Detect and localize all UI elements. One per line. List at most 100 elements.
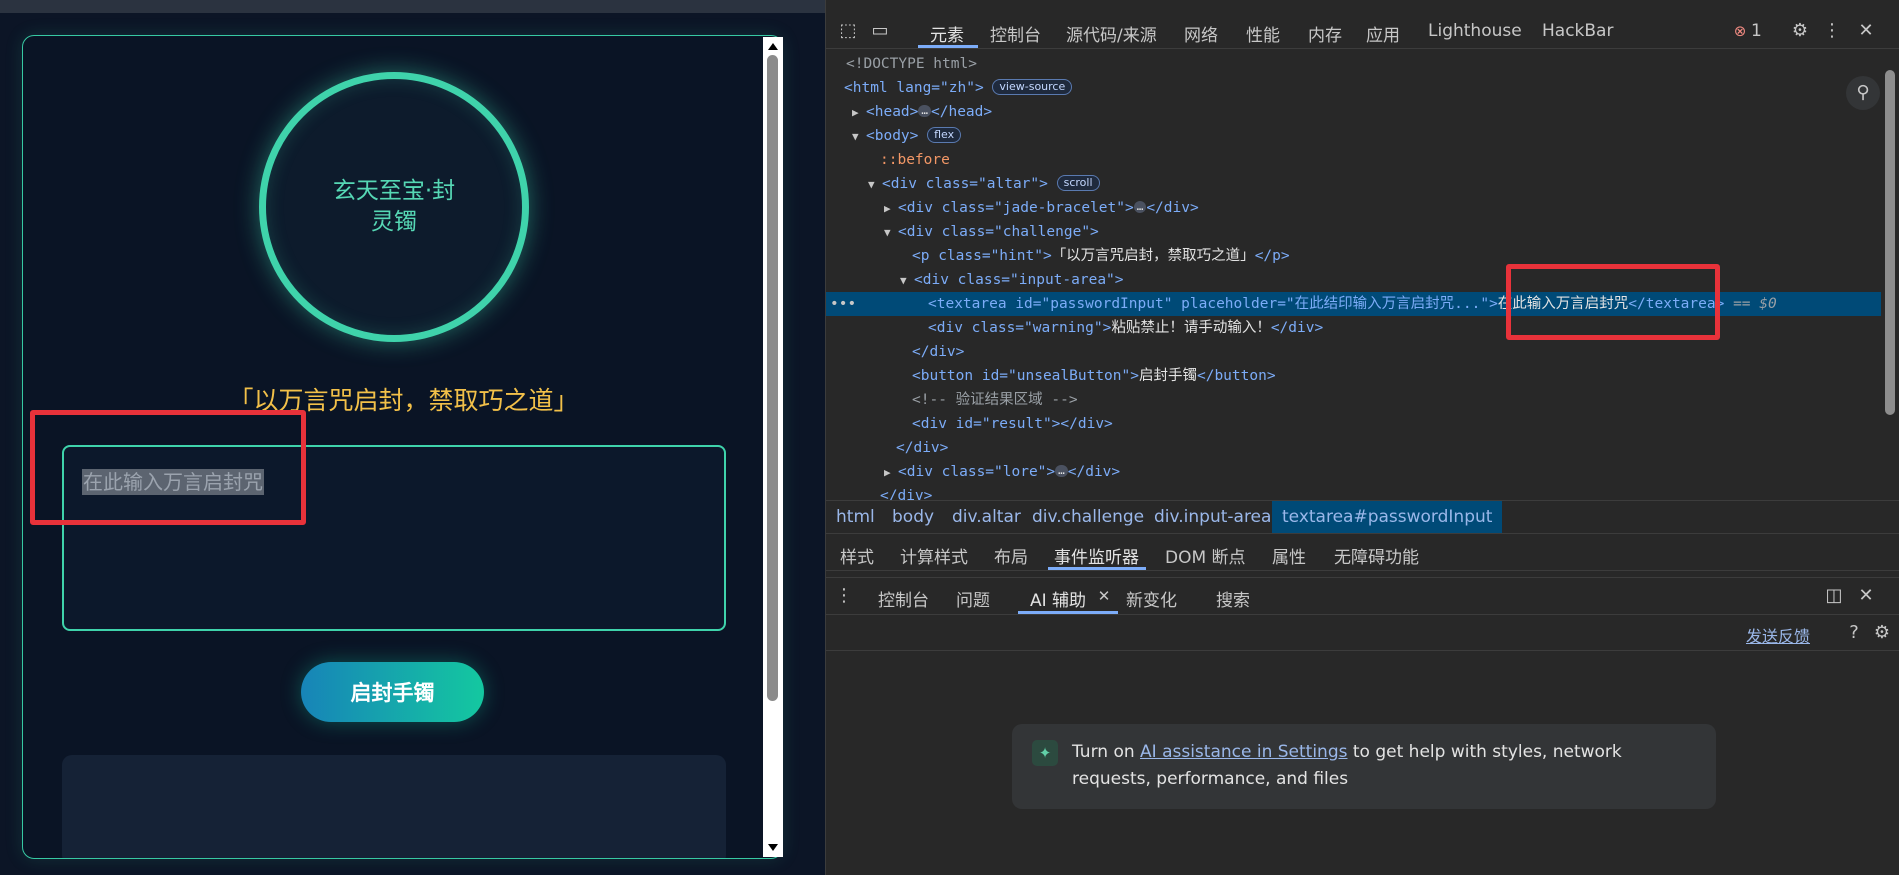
dom-node-input-area-close[interactable]: </div> xyxy=(826,340,1881,364)
tab-properties[interactable]: 属性 xyxy=(1272,543,1306,568)
p-text: 「以万言咒启封，禁取巧之道」 xyxy=(1051,248,1255,264)
collapse-triangle-icon[interactable]: ▼ xyxy=(852,125,866,149)
breadcrumb-html[interactable]: html xyxy=(836,507,875,527)
elements-scroll-thumb[interactable] xyxy=(1885,70,1895,415)
dom-node-warning[interactable]: <div class="warning">粘贴禁止！请手动输入！</div> xyxy=(826,316,1881,340)
bracelet-text: 玄天至宝·封灵镯 xyxy=(332,178,456,235)
tab-application[interactable]: 应用 xyxy=(1366,21,1400,46)
dom-node-jade-bracelet[interactable]: ▶ <div class="jade-bracelet">… </div> xyxy=(826,196,1881,220)
breadcrumb-body[interactable]: body xyxy=(892,507,934,527)
tab-computed[interactable]: 计算样式 xyxy=(900,543,968,568)
p-close-tag: </p> xyxy=(1254,248,1290,264)
dom-node-input-area[interactable]: ▼ <div class="input-area"> xyxy=(826,268,1881,292)
tab-event-listeners[interactable]: 事件监听器 xyxy=(1054,543,1139,568)
flex-badge[interactable]: flex xyxy=(927,127,962,143)
dom-node-before[interactable]: ::before xyxy=(826,148,1881,172)
elements-scrollbar[interactable] xyxy=(1881,58,1899,498)
dom-node-altar-close[interactable]: </div> xyxy=(826,484,1881,500)
collapse-triangle-icon[interactable]: ▼ xyxy=(884,221,898,245)
dock-side-icon[interactable]: ◫ xyxy=(1824,586,1844,606)
page-scroll-thumb[interactable] xyxy=(767,55,778,701)
tab-memory[interactable]: 内存 xyxy=(1308,21,1342,46)
drawer-tab-ai-assistance[interactable]: AI 辅助 xyxy=(1030,586,1086,611)
tab-layout[interactable]: 布局 xyxy=(994,543,1028,568)
dom-node-doctype[interactable]: <!DOCTYPE html> xyxy=(826,52,1881,76)
page-scrollbar[interactable] xyxy=(763,37,783,857)
scroll-down-arrow-icon[interactable] xyxy=(768,844,778,851)
help-icon[interactable]: ? xyxy=(1844,623,1864,643)
tab-hackbar[interactable]: HackBar xyxy=(1542,21,1613,41)
dom-node-challenge-close[interactable]: </div> xyxy=(826,436,1881,460)
row-more-icon[interactable]: ••• xyxy=(830,292,856,316)
drawer-tab-console[interactable]: 控制台 xyxy=(878,586,929,611)
inspect-element-icon[interactable]: ⬚ xyxy=(838,21,858,41)
expand-triangle-icon[interactable]: ▶ xyxy=(884,461,898,485)
device-toolbar-icon[interactable]: ▭ xyxy=(870,21,890,41)
tab-lighthouse[interactable]: Lighthouse xyxy=(1428,21,1522,41)
div-close-tag: </div> xyxy=(912,344,965,360)
dom-node-body[interactable]: ▼ <body> flex xyxy=(826,124,1881,148)
breadcrumb-textarea[interactable]: textarea#passwordInput xyxy=(1272,501,1503,533)
elements-tree[interactable]: <!DOCTYPE html> <html lang="zh"> view-so… xyxy=(826,50,1899,500)
collapsed-ellipsis-icon[interactable]: … xyxy=(918,105,932,117)
dom-node-lore[interactable]: ▶ <div class="lore">… </div> xyxy=(826,460,1881,484)
tab-accessibility[interactable]: 无障碍功能 xyxy=(1334,543,1419,568)
dom-node-head[interactable]: ▶ <head>… </head> xyxy=(826,100,1881,124)
collapse-triangle-icon[interactable]: ▼ xyxy=(900,269,914,293)
dom-node-altar[interactable]: ▼ <div class="altar"> scroll xyxy=(826,172,1881,196)
error-count[interactable]: 1 xyxy=(1751,21,1762,41)
highlight-box-textarea xyxy=(30,410,306,525)
settings-gear-icon[interactable]: ⚙ xyxy=(1872,623,1892,643)
ai-settings-link[interactable]: AI assistance in Settings xyxy=(1140,742,1347,762)
tab-performance[interactable]: 性能 xyxy=(1246,21,1280,46)
close-tab-icon[interactable]: ✕ xyxy=(1094,586,1114,606)
active-tab-underline xyxy=(1018,611,1118,614)
collapse-triangle-icon[interactable]: ▼ xyxy=(868,173,882,197)
active-tab-underline xyxy=(918,45,978,48)
dom-node-challenge[interactable]: ▼ <div class="challenge"> xyxy=(826,220,1881,244)
dom-node-button[interactable]: <button id="unsealButton">启封手镯</button> xyxy=(826,364,1881,388)
unseal-button[interactable]: 启封手镯 xyxy=(301,662,484,722)
accessibility-icon[interactable]: ⚲ xyxy=(1846,76,1880,110)
dom-node-result[interactable]: <div id="result"></div> xyxy=(826,412,1881,436)
collapsed-ellipsis-icon[interactable]: … xyxy=(1133,201,1147,213)
div-close-tag: </div> xyxy=(1067,464,1121,480)
settings-gear-icon[interactable]: ⚙ xyxy=(1790,21,1810,41)
tab-dom-breakpoints[interactable]: DOM 断点 xyxy=(1165,543,1246,568)
breadcrumb-div-altar[interactable]: div.altar xyxy=(952,507,1021,527)
collapsed-ellipsis-icon[interactable]: … xyxy=(1055,465,1068,477)
ai-toolbar: 发送反馈 ? ⚙ xyxy=(826,615,1899,651)
drawer-tab-whats-new[interactable]: 新变化 xyxy=(1126,586,1177,611)
button-text: 启封手镯 xyxy=(1138,368,1197,384)
expand-triangle-icon[interactable]: ▶ xyxy=(852,101,866,125)
dom-node-hint[interactable]: <p class="hint">「以万言咒启封，禁取巧之道」</p> xyxy=(826,244,1881,268)
tab-styles[interactable]: 样式 xyxy=(840,543,874,568)
dom-node-textarea-selected[interactable]: ••• <textarea id="passwordInput" placeho… xyxy=(826,292,1881,316)
drawer-tab-search[interactable]: 搜索 xyxy=(1216,586,1250,611)
error-icon[interactable]: ⊗ xyxy=(1730,21,1750,41)
div-close-tag: </div> xyxy=(1146,200,1199,216)
tab-console[interactable]: 控制台 xyxy=(990,21,1041,46)
close-devtools-icon[interactable]: ✕ xyxy=(1856,21,1876,41)
tab-network[interactable]: 网络 xyxy=(1184,21,1218,46)
breadcrumb-div-challenge[interactable]: div.challenge xyxy=(1032,507,1144,527)
drawer-menu-icon[interactable]: ⋮ xyxy=(834,586,854,606)
before-pseudo: ::before xyxy=(880,152,950,168)
drawer-tab-issues[interactable]: 问题 xyxy=(956,586,990,611)
dom-node-html[interactable]: <html lang="zh"> view-source xyxy=(826,76,1881,100)
active-tab-underline xyxy=(1048,567,1146,570)
scroll-badge[interactable]: scroll xyxy=(1056,175,1100,191)
dom-node-comment[interactable]: <!-- 验证结果区域 --> xyxy=(826,388,1881,412)
close-drawer-icon[interactable]: ✕ xyxy=(1856,586,1876,606)
textarea-open-tag: <textarea id="passwordInput" placeholder… xyxy=(928,296,1498,312)
tab-sources[interactable]: 源代码/来源 xyxy=(1066,21,1157,46)
expand-triangle-icon[interactable]: ▶ xyxy=(884,197,898,221)
send-feedback-link[interactable]: 发送反馈 xyxy=(1746,623,1810,647)
view-source-badge[interactable]: view-source xyxy=(992,79,1073,95)
breadcrumb-div-input-area[interactable]: div.input-area xyxy=(1154,507,1271,527)
ai-assistance-card: ✦ Turn on AI assistance in Settings to g… xyxy=(1012,724,1716,809)
tab-elements[interactable]: 元素 xyxy=(930,21,964,46)
more-options-icon[interactable]: ⋮ xyxy=(1822,21,1842,41)
input-area-open-tag: <div class="input-area"> xyxy=(914,272,1124,288)
scroll-up-arrow-icon[interactable] xyxy=(768,43,778,50)
